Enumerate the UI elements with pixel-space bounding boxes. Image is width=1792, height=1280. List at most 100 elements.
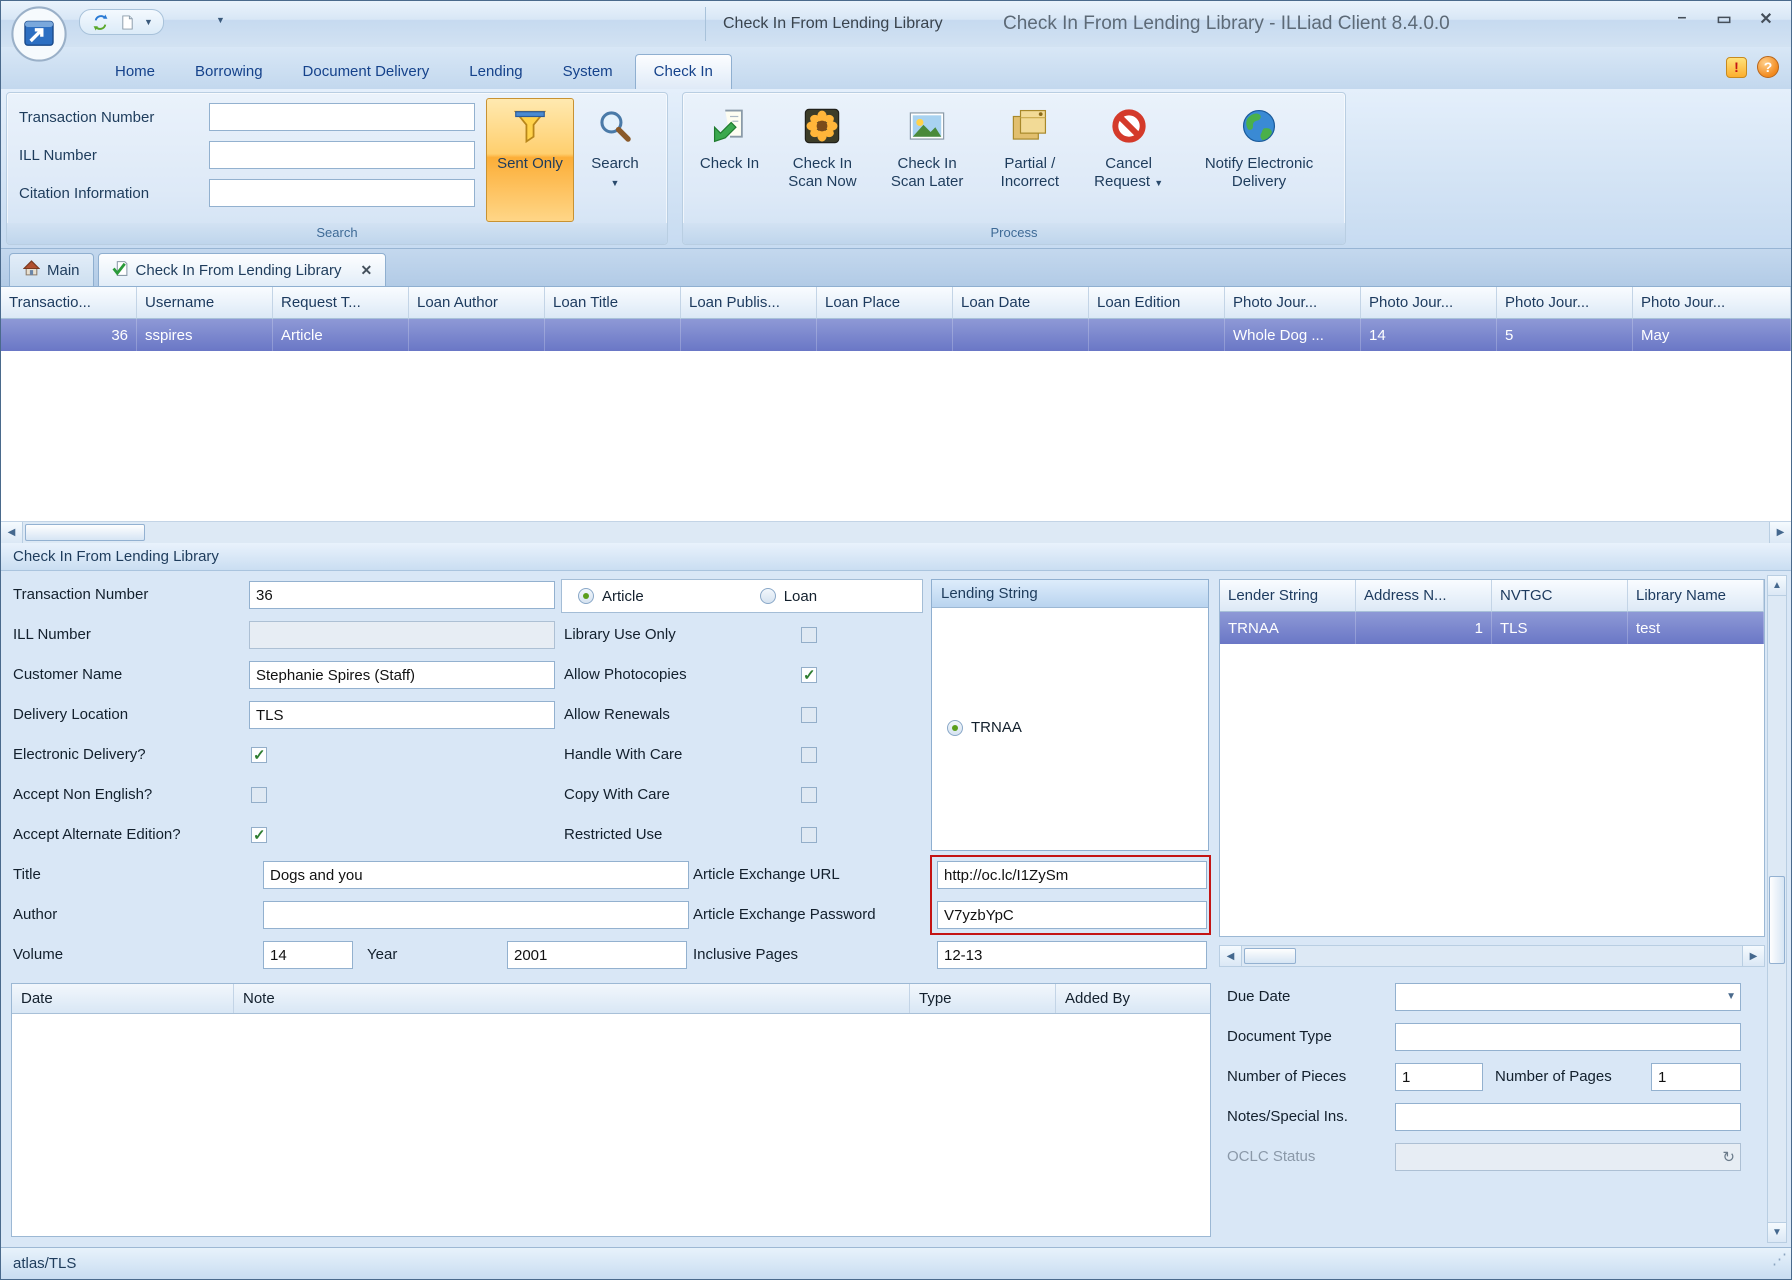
article-radio[interactable] bbox=[578, 588, 594, 604]
tab-system[interactable]: System bbox=[545, 55, 631, 89]
notes-special-field[interactable] bbox=[1395, 1103, 1741, 1131]
error-report-icon[interactable]: ! bbox=[1726, 57, 1747, 78]
article-exchange-password-field[interactable] bbox=[937, 901, 1207, 929]
title-field[interactable] bbox=[263, 861, 689, 889]
notify-electronic-delivery-button[interactable]: Notify Electronic Delivery bbox=[1180, 98, 1338, 222]
minimize-button[interactable]: – bbox=[1671, 9, 1693, 29]
grid-horizontal-scrollbar[interactable]: ◀ ▶ bbox=[1, 521, 1791, 543]
chevron-down-icon[interactable]: ▼ bbox=[1726, 991, 1736, 1002]
transaction-number-detail-field[interactable] bbox=[249, 581, 555, 609]
new-document-icon[interactable] bbox=[115, 12, 139, 32]
customer-name-field[interactable] bbox=[249, 661, 555, 689]
column-header-loan-date[interactable]: Loan Date bbox=[953, 287, 1089, 319]
column-header-loan-title[interactable]: Loan Title bbox=[545, 287, 681, 319]
allow-renewals-checkbox[interactable] bbox=[801, 707, 817, 723]
tab-home[interactable]: Home bbox=[97, 55, 173, 89]
inclusive-pages-field[interactable] bbox=[937, 941, 1207, 969]
maximize-button[interactable]: ▭ bbox=[1713, 9, 1735, 29]
scrollbar-thumb[interactable] bbox=[1769, 876, 1785, 964]
column-header-loan-place[interactable]: Loan Place bbox=[817, 287, 953, 319]
column-header-note[interactable]: Note bbox=[234, 984, 910, 1013]
volume-field[interactable] bbox=[263, 941, 353, 969]
column-header-photo-journal-2[interactable]: Photo Jour... bbox=[1361, 287, 1497, 319]
tab-check-in-from-lending-library[interactable]: Check In From Lending Library ✕ bbox=[98, 253, 387, 286]
lender-grid-horizontal-scrollbar[interactable]: ◀ ▶ bbox=[1219, 945, 1765, 967]
check-in-scan-later-button[interactable]: Check In Scan Later bbox=[876, 98, 979, 222]
help-icon[interactable]: ? bbox=[1757, 56, 1779, 78]
search-button[interactable]: Search ▼ bbox=[576, 98, 654, 222]
column-header-photo-journal-1[interactable]: Photo Jour... bbox=[1225, 287, 1361, 319]
check-in-scan-now-button[interactable]: Check In Scan Now bbox=[773, 98, 872, 222]
delivery-location-field[interactable] bbox=[249, 701, 555, 729]
number-of-pages-field[interactable] bbox=[1651, 1063, 1741, 1091]
article-radio-label: Article bbox=[602, 588, 644, 605]
scroll-left-icon[interactable]: ◀ bbox=[1220, 946, 1242, 966]
tab-borrowing[interactable]: Borrowing bbox=[177, 55, 281, 89]
column-header-library-name[interactable]: Library Name bbox=[1628, 580, 1764, 612]
check-in-button[interactable]: Check In bbox=[690, 98, 769, 222]
refresh-icon[interactable] bbox=[88, 12, 112, 32]
scroll-left-icon[interactable]: ◀ bbox=[1, 522, 23, 543]
year-field[interactable] bbox=[507, 941, 687, 969]
refresh-icon[interactable]: ↻ bbox=[1722, 1148, 1735, 1166]
column-header-username[interactable]: Username bbox=[137, 287, 273, 319]
restricted-use-checkbox[interactable] bbox=[801, 827, 817, 843]
copy-with-care-checkbox[interactable] bbox=[801, 787, 817, 803]
scrollbar-thumb[interactable] bbox=[1244, 948, 1296, 964]
column-header-address-number[interactable]: Address N... bbox=[1356, 580, 1492, 612]
detail-panel: Check In From Lending Library Transactio… bbox=[1, 543, 1791, 1247]
scroll-up-icon[interactable]: ▲ bbox=[1768, 576, 1786, 596]
app-menu-icon[interactable] bbox=[11, 6, 67, 62]
column-header-type[interactable]: Type bbox=[910, 984, 1056, 1013]
detail-vertical-scrollbar[interactable]: ▲ ▼ bbox=[1767, 575, 1787, 1243]
close-tab-icon[interactable]: ✕ bbox=[360, 262, 372, 279]
table-row-selected[interactable]: 36 sspires Article Whole Dog ... 14 5 Ma… bbox=[1, 319, 1791, 351]
column-header-nvtgc[interactable]: NVTGC bbox=[1492, 580, 1628, 612]
scroll-right-icon[interactable]: ▶ bbox=[1769, 522, 1791, 543]
lending-string-option[interactable]: TRNAA bbox=[947, 719, 1022, 736]
loan-radio[interactable] bbox=[760, 588, 776, 604]
scroll-right-icon[interactable]: ▶ bbox=[1742, 946, 1764, 966]
accept-alternate-edition-checkbox[interactable] bbox=[251, 827, 267, 843]
trnaa-radio[interactable] bbox=[947, 720, 963, 736]
tab-main[interactable]: Main bbox=[9, 253, 94, 286]
library-use-only-checkbox[interactable] bbox=[801, 627, 817, 643]
tab-document-delivery[interactable]: Document Delivery bbox=[285, 55, 448, 89]
accept-non-english-checkbox[interactable] bbox=[251, 787, 267, 803]
due-date-combo[interactable]: ▼ bbox=[1395, 983, 1741, 1011]
resize-grip[interactable]: ⋰ bbox=[1772, 1244, 1785, 1275]
ill-number-input[interactable] bbox=[209, 141, 475, 169]
column-header-transaction[interactable]: Transactio... bbox=[1, 287, 137, 319]
allow-photocopies-checkbox[interactable] bbox=[801, 667, 817, 683]
column-header-photo-journal-3[interactable]: Photo Jour... bbox=[1497, 287, 1633, 319]
column-header-loan-author[interactable]: Loan Author bbox=[409, 287, 545, 319]
document-type-field[interactable] bbox=[1395, 1023, 1741, 1051]
article-exchange-url-field[interactable] bbox=[937, 861, 1207, 889]
cancel-request-button[interactable]: Cancel Request ▼ bbox=[1081, 98, 1176, 222]
column-header-loan-edition[interactable]: Loan Edition bbox=[1089, 287, 1225, 319]
partial-incorrect-button[interactable]: Partial / Incorrect bbox=[982, 98, 1077, 222]
column-header-loan-publisher[interactable]: Loan Publis... bbox=[681, 287, 817, 319]
tab-check-in[interactable]: Check In bbox=[635, 54, 732, 89]
column-header-photo-journal-4[interactable]: Photo Jour... bbox=[1633, 287, 1791, 319]
transaction-number-input[interactable] bbox=[209, 103, 475, 131]
electronic-delivery-checkbox[interactable] bbox=[251, 747, 267, 763]
column-header-added-by[interactable]: Added By bbox=[1056, 984, 1210, 1013]
close-button[interactable]: ✕ bbox=[1755, 9, 1777, 29]
citation-information-input[interactable] bbox=[209, 179, 475, 207]
column-header-request-type[interactable]: Request T... bbox=[273, 287, 409, 319]
handle-with-care-checkbox[interactable] bbox=[801, 747, 817, 763]
ill-number-detail-field[interactable] bbox=[249, 621, 555, 649]
number-of-pieces-field[interactable] bbox=[1395, 1063, 1483, 1091]
scroll-down-icon[interactable]: ▼ bbox=[1768, 1222, 1786, 1242]
qat-customize-icon[interactable]: ▼ bbox=[216, 15, 225, 25]
author-field[interactable] bbox=[263, 901, 689, 929]
column-header-lender-string[interactable]: Lender String bbox=[1220, 580, 1356, 612]
sent-only-button[interactable]: Sent Only bbox=[486, 98, 574, 222]
chevron-down-icon[interactable]: ▼ bbox=[142, 17, 155, 27]
column-header-date[interactable]: Date bbox=[12, 984, 234, 1013]
tab-lending[interactable]: Lending bbox=[451, 55, 540, 89]
scrollbar-thumb[interactable] bbox=[25, 524, 145, 541]
lender-row-selected[interactable]: TRNAA 1 TLS test bbox=[1220, 612, 1764, 644]
request-type-group: Article Loan bbox=[561, 579, 923, 613]
